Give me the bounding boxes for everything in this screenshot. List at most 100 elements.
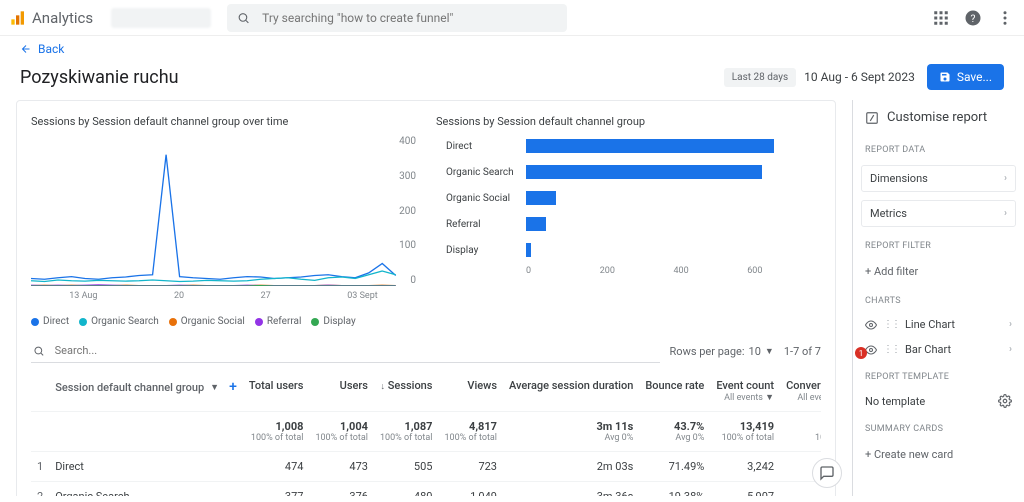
chevron-down-icon: ▼: [210, 382, 219, 393]
legend-item[interactable]: Display: [311, 316, 355, 327]
arrow-left-icon: [20, 43, 32, 55]
no-template-label: No template: [865, 395, 925, 408]
chevron-right-icon: ›: [1004, 208, 1007, 219]
date-range[interactable]: 10 Aug - 6 Sept 2023: [804, 70, 915, 84]
chevron-right-icon: ›: [1009, 319, 1012, 330]
column-header[interactable]: ↓ Sessions: [374, 371, 439, 412]
pagination-info: 1-7 of 7: [784, 345, 821, 358]
global-search[interactable]: [227, 4, 567, 32]
add-filter-link[interactable]: + Add filter: [853, 257, 1024, 286]
page-title: Pozyskiwanie ruchu: [20, 67, 179, 88]
search-icon: [33, 345, 45, 357]
bar-row: Display: [446, 240, 821, 260]
table-search[interactable]: [31, 339, 660, 363]
chevron-right-icon: ›: [1009, 344, 1012, 355]
bar-row: Referral: [446, 214, 821, 234]
notification-badge: 1: [855, 347, 867, 359]
create-card-link[interactable]: + Create new card: [853, 440, 1024, 469]
column-summary: 3m 11sAvg 0%: [503, 412, 639, 452]
metrics-label: Metrics: [870, 207, 907, 220]
column-summary: 43.7%Avg 0%: [639, 412, 710, 452]
section-report-data: REPORT DATA: [853, 135, 1024, 161]
save-button[interactable]: Save...: [927, 64, 1004, 90]
save-icon: [939, 71, 951, 83]
apps-icon[interactable]: [932, 9, 950, 27]
bar-row: Organic Search: [446, 162, 821, 182]
column-summary: 13,419100% of total: [710, 412, 780, 452]
chevron-down-icon: ▼: [765, 346, 774, 357]
drag-handle-icon[interactable]: ⋮⋮: [883, 344, 899, 355]
rows-per-page-label: Rows per page:: [670, 345, 745, 358]
search-icon: [237, 11, 250, 25]
search-input[interactable]: [260, 10, 557, 26]
data-table: Session default channel group ▼+Total us…: [31, 371, 821, 496]
column-summary: 1,087100% of total: [374, 412, 439, 452]
column-summary: 1,008100% of total: [243, 412, 310, 452]
line-chart-svg: [31, 136, 416, 286]
dimension-picker[interactable]: Session default channel group ▼+: [55, 379, 237, 395]
bar-chart-title: Sessions by Session default channel grou…: [436, 115, 821, 128]
column-header[interactable]: Event countAll events ▼: [710, 371, 780, 412]
bar-chart-label: Bar Chart: [905, 343, 951, 356]
bar-chart-card: Sessions by Session default channel grou…: [436, 115, 821, 327]
chat-icon: [819, 465, 835, 481]
gear-icon[interactable]: [998, 394, 1012, 408]
legend-item[interactable]: Organic Search: [79, 316, 159, 327]
line-chart-y-axis: 4003002001000: [399, 136, 416, 286]
more-vert-icon[interactable]: [996, 9, 1014, 27]
line-chart-card: Sessions by Session default channel grou…: [31, 115, 416, 327]
sort-desc-icon: ↓: [381, 382, 386, 392]
save-label: Save...: [957, 70, 992, 84]
column-header[interactable]: Views: [438, 371, 503, 412]
back-label: Back: [38, 42, 64, 56]
add-dimension-button[interactable]: +: [229, 379, 237, 395]
template-row[interactable]: No template: [853, 388, 1024, 414]
bar-row: Organic Social: [446, 188, 821, 208]
column-header[interactable]: Average session duration: [503, 371, 639, 412]
section-report-filter: REPORT FILTER: [853, 231, 1024, 257]
section-summary-cards: SUMMARY CARDS: [853, 414, 1024, 440]
report-edit-icon: [865, 111, 879, 125]
feedback-fab[interactable]: [812, 458, 842, 488]
rows-per-page-value: 10: [749, 345, 761, 358]
customise-panel: Customise report REPORT DATA Dimensions …: [852, 100, 1024, 496]
section-charts: CHARTS: [853, 286, 1024, 312]
bar-chart-toggle[interactable]: 1 ⋮⋮ Bar Chart ›: [853, 337, 1024, 362]
dimensions-row[interactable]: Dimensions ›: [861, 165, 1016, 192]
table-search-input[interactable]: [53, 343, 658, 358]
svg-text:?: ?: [971, 11, 976, 24]
bar-row: Direct: [446, 136, 821, 156]
column-header[interactable]: Total users: [243, 371, 310, 412]
legend-item[interactable]: Direct: [31, 316, 69, 327]
chevron-right-icon: ›: [1004, 173, 1007, 184]
eye-icon: [865, 319, 877, 331]
help-icon[interactable]: ?: [964, 9, 982, 27]
column-summary: 6100% of: [780, 412, 821, 452]
back-link[interactable]: Back: [20, 42, 64, 56]
analytics-logo-icon: [10, 10, 26, 26]
line-chart-legend: Direct Organic Search Organic Social Referr…: [31, 316, 416, 327]
metrics-row[interactable]: Metrics ›: [861, 200, 1016, 227]
line-chart-x-axis: 13 Aug202703 Sept: [31, 291, 416, 301]
column-header[interactable]: Users: [309, 371, 374, 412]
dimensions-label: Dimensions: [870, 172, 928, 185]
analytics-logo: Analytics: [10, 9, 93, 27]
table-row[interactable]: 1Direct4744735057232m 03s71.49%3,242: [31, 452, 821, 482]
legend-item[interactable]: Referral: [255, 316, 302, 327]
line-chart-title: Sessions by Session default channel grou…: [31, 115, 416, 128]
rows-per-page[interactable]: Rows per page: 10 ▼: [670, 345, 774, 358]
date-preset-chip[interactable]: Last 28 days: [724, 68, 796, 87]
column-summary: 1,004100% of total: [309, 412, 374, 452]
table-row[interactable]: 2Organic Search3773764801,0493m 36s19.38…: [31, 482, 821, 497]
property-breadcrumb[interactable]: [111, 8, 211, 28]
product-name: Analytics: [32, 9, 93, 27]
column-summary: 4,817100% of total: [438, 412, 503, 452]
column-header[interactable]: ConversionsAll events ▼: [780, 371, 821, 412]
drag-handle-icon[interactable]: ⋮⋮: [883, 319, 899, 330]
line-chart-toggle[interactable]: ⋮⋮ Line Chart ›: [853, 312, 1024, 337]
panel-title: Customise report: [887, 110, 987, 125]
line-chart-label: Line Chart: [905, 318, 955, 331]
column-header[interactable]: Bounce rate: [639, 371, 710, 412]
legend-item[interactable]: Organic Social: [169, 316, 245, 327]
section-report-template: REPORT TEMPLATE: [853, 362, 1024, 388]
